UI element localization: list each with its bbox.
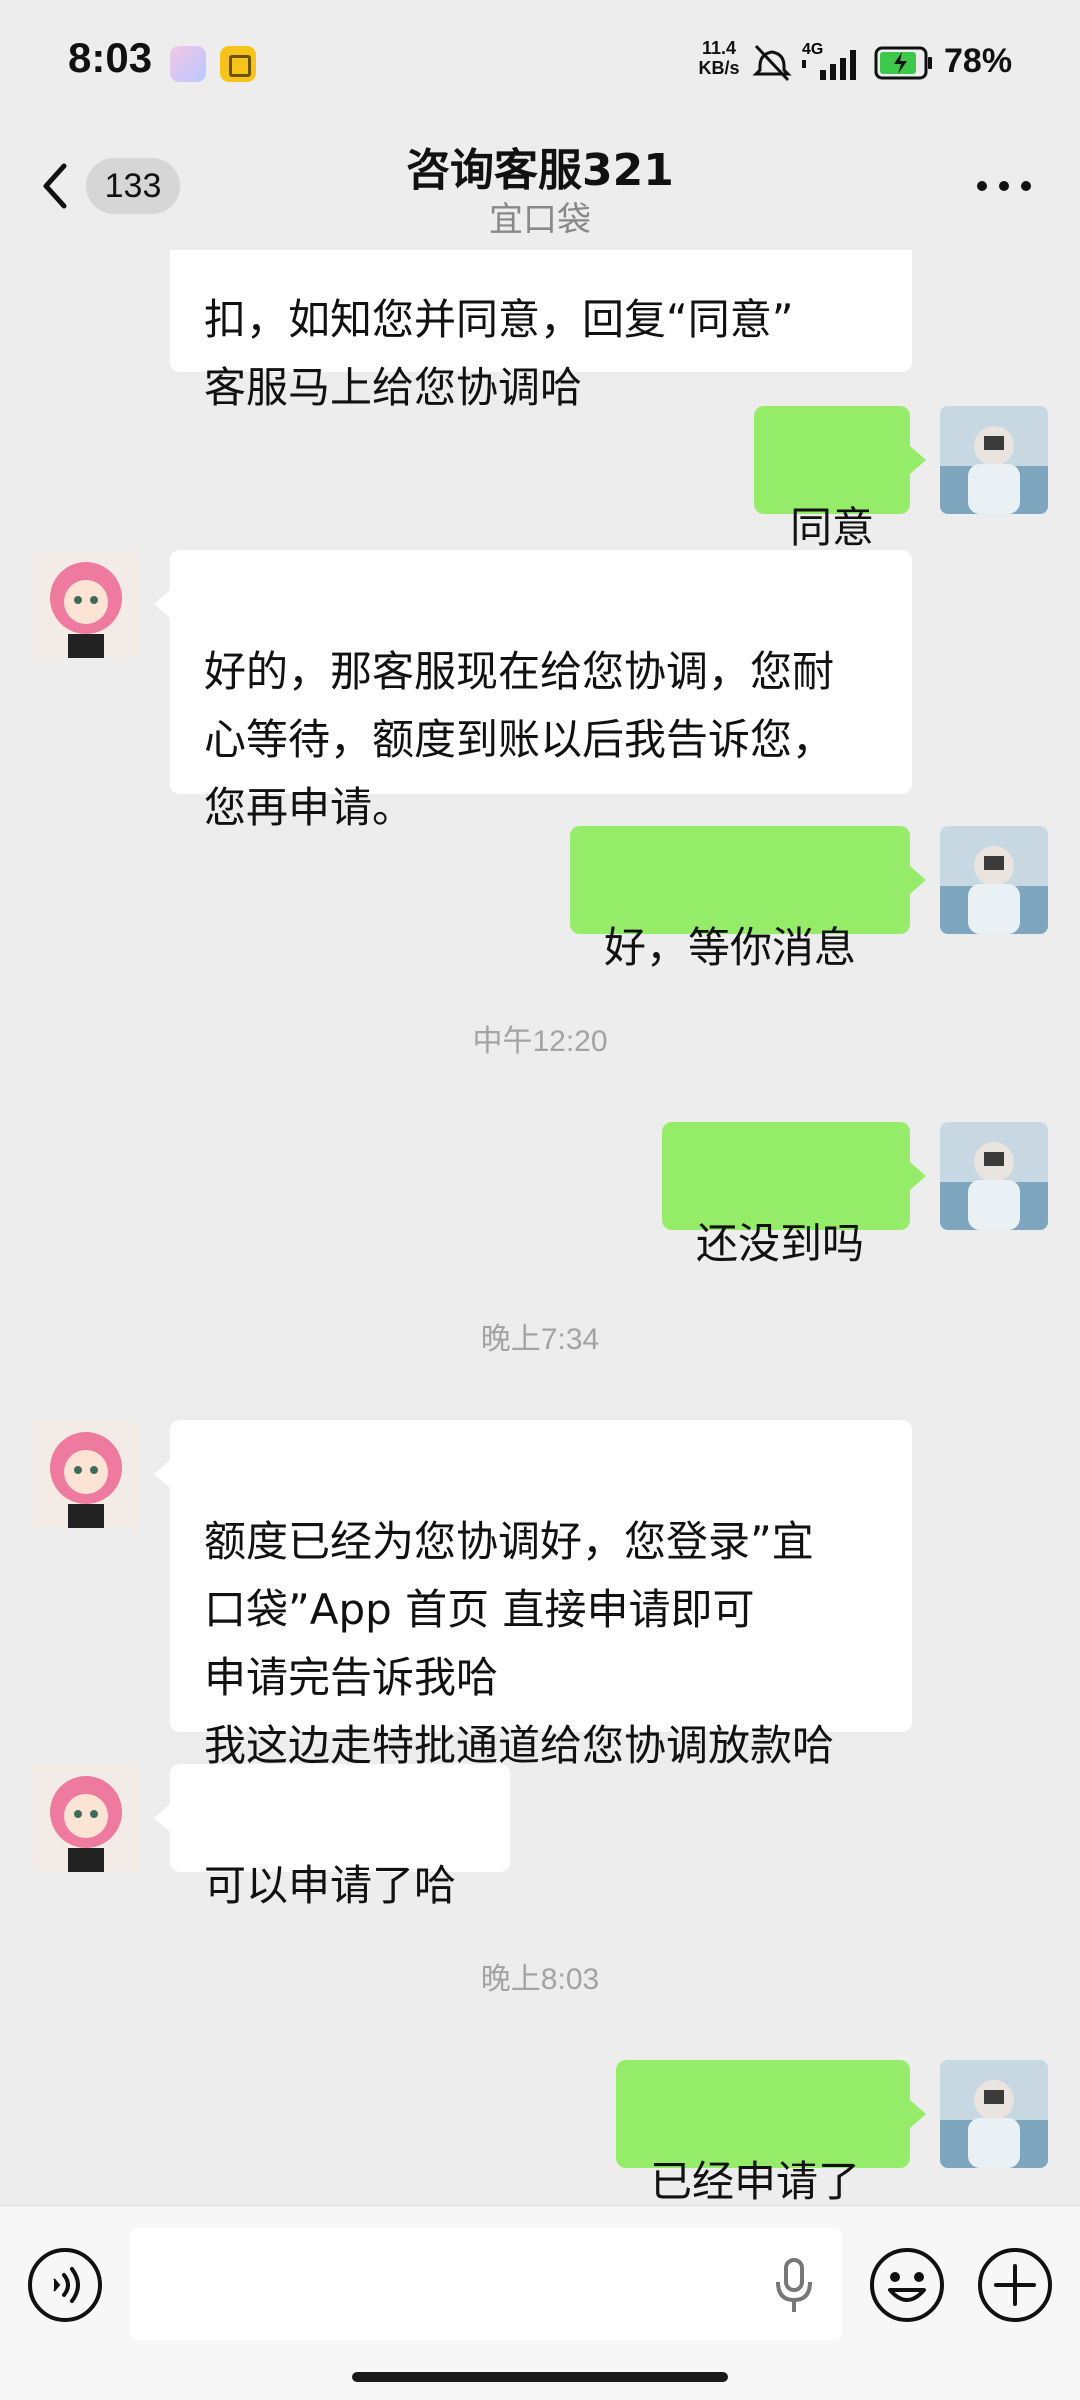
more-dots-icon[interactable] xyxy=(972,168,1036,204)
message-list[interactable]: 扣，如知您并同意，回复“同意” 客服马上给您协调哈 同意 好的，那客服现在给您协… xyxy=(0,250,1080,2205)
input-bar xyxy=(0,2205,1080,2400)
message-received[interactable]: 额度已经为您协调好，您登录”宜 口袋”App 首页 直接申请即可 申请完告诉我哈… xyxy=(154,1420,912,1770)
battery-icon xyxy=(874,46,932,80)
message-timestamp: 中午12:20 xyxy=(472,1025,608,1058)
message-sent[interactable]: 已经申请了 xyxy=(616,2060,926,2205)
app-notification-icon xyxy=(170,46,206,82)
signal-icon: 4G xyxy=(802,41,856,80)
copy-app-icon xyxy=(220,46,256,82)
my-avatar[interactable] xyxy=(940,2060,1048,2168)
net-speed-value: 11.4 xyxy=(701,38,737,58)
message-sent[interactable]: 同意 xyxy=(754,406,926,552)
message-input[interactable] xyxy=(130,2228,842,2340)
plus-icon[interactable] xyxy=(976,2246,1054,2324)
service-avatar[interactable] xyxy=(32,550,140,658)
my-avatar[interactable] xyxy=(940,1122,1048,1230)
battery-percent: 78% xyxy=(944,42,1013,80)
message-text: 好的，那客服现在给您协调，您耐 心等待，额度到账以后我告诉您， 您再申请。 xyxy=(204,647,835,832)
status-bar: 8:03 11.4 KB/s 4G 78% xyxy=(0,0,1080,120)
network-speed: 11.4 KB/s xyxy=(694,38,744,78)
message-text: 已经申请了 xyxy=(650,2157,861,2205)
message-text: 好，等你消息 xyxy=(604,923,857,972)
message-text: 同意 xyxy=(789,503,874,552)
net-speed-unit: KB/s xyxy=(698,58,740,78)
status-time: 8:03 xyxy=(68,34,153,81)
message-sent[interactable]: 好，等你消息 xyxy=(570,826,926,972)
network-type: 4G xyxy=(802,41,823,58)
chat-subtitle: 宜口袋 xyxy=(489,200,591,240)
emoji-icon[interactable] xyxy=(868,2246,946,2324)
message-text: 额度已经为您协调好，您登录”宜 口袋”App 首页 直接申请即可 申请完告诉我哈… xyxy=(204,1517,835,1770)
my-avatar[interactable] xyxy=(940,406,1048,514)
my-avatar[interactable] xyxy=(940,826,1048,934)
message-text: 可以申请了哈 xyxy=(204,1861,457,1910)
home-indicator[interactable] xyxy=(352,2372,728,2382)
message-received[interactable]: 可以申请了哈 xyxy=(154,1764,510,1910)
service-avatar[interactable] xyxy=(32,1420,140,1528)
message-sent[interactable]: 还没到吗 xyxy=(662,1122,926,1268)
chat-header: 133 咨询客服321 宜口袋 xyxy=(0,120,1080,250)
service-avatar[interactable] xyxy=(32,1764,140,1872)
mute-icon xyxy=(752,44,792,82)
message-timestamp: 晚上7:34 xyxy=(480,1323,600,1356)
message-received[interactable]: 好的，那客服现在给您协调，您耐 心等待，额度到账以后我告诉您， 您再申请。 xyxy=(154,550,912,832)
message-text: 扣，如知您并同意，回复“同意” 客服马上给您协调哈 xyxy=(204,295,794,412)
message-timestamp: 晚上8:03 xyxy=(480,1963,600,1996)
chat-title: 咨询客服321 xyxy=(406,145,674,196)
message-received[interactable]: 扣，如知您并同意，回复“同意” 客服马上给您协调哈 xyxy=(170,250,912,412)
voice-icon[interactable] xyxy=(26,2246,104,2324)
mic-icon[interactable] xyxy=(772,2258,816,2314)
message-text: 还没到吗 xyxy=(696,1219,865,1268)
